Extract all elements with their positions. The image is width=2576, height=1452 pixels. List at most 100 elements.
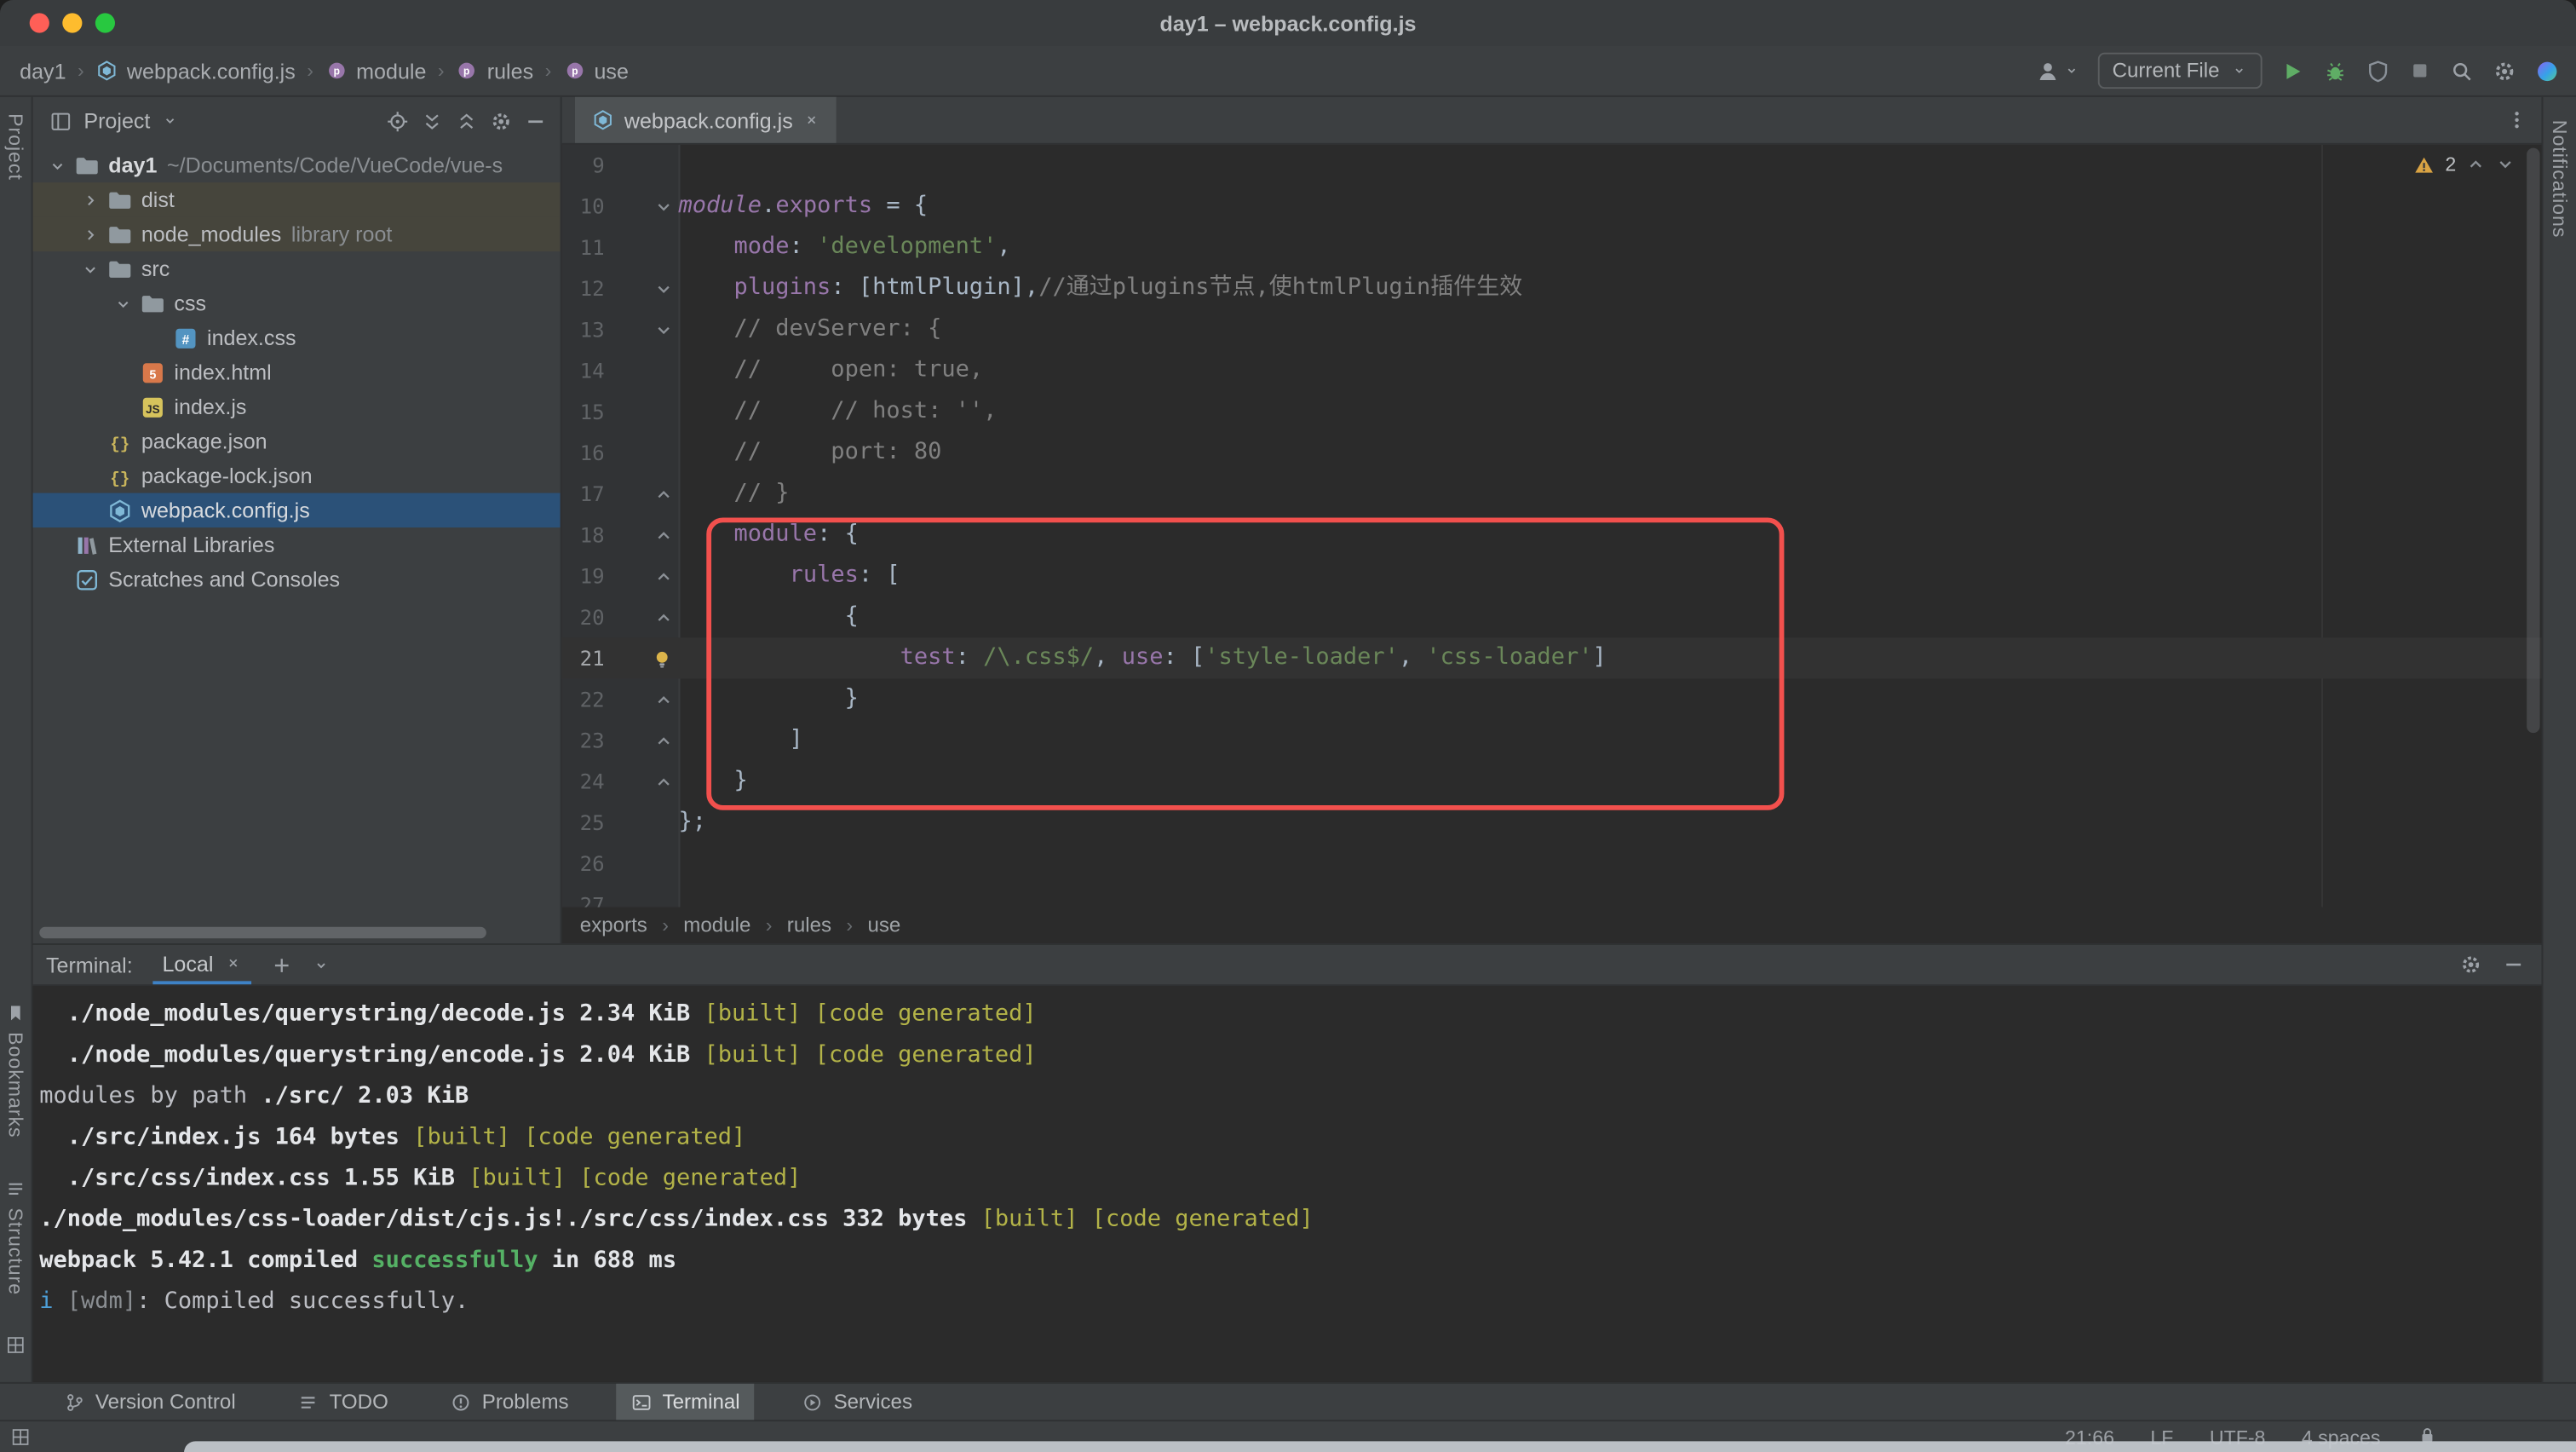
tool-window-switcher-icon[interactable] <box>10 1426 32 1448</box>
settings-button[interactable] <box>2493 58 2517 83</box>
code-text[interactable]: // devServer: { <box>678 309 941 350</box>
gutter-mark[interactable] <box>605 771 679 791</box>
tool-button-version-control[interactable]: Version Control <box>49 1384 250 1420</box>
locate-file-button[interactable] <box>386 109 409 132</box>
tool-button-services[interactable]: Services <box>788 1384 928 1420</box>
gutter-mark[interactable] <box>605 279 679 298</box>
tab-options-icon[interactable] <box>2505 108 2528 131</box>
tool-button-problems[interactable]: Problems <box>436 1384 584 1420</box>
grid-icon <box>5 1334 26 1356</box>
collapse-all-button[interactable] <box>455 109 478 132</box>
user-account-button[interactable] <box>2035 58 2079 83</box>
terminal-tab-local[interactable]: Local <box>152 945 251 984</box>
minimize-terminal-button[interactable] <box>2502 954 2525 977</box>
line-number: 25 <box>562 802 605 843</box>
gutter-mark[interactable] <box>605 525 679 544</box>
new-terminal-session-button[interactable] <box>271 954 292 976</box>
project-options-button[interactable] <box>490 109 513 132</box>
tree-item-package-lock-json[interactable]: {}package-lock.json <box>33 458 561 493</box>
editor-breadcrumb-exports[interactable]: exports <box>580 913 647 936</box>
project-view-dropdown-icon[interactable] <box>162 112 180 130</box>
editor-tab-webpack-config-js[interactable]: webpack.config.js <box>575 97 836 143</box>
editor-breadcrumb-rules[interactable]: rules <box>787 913 831 936</box>
code-text[interactable]: // // host: '', <box>678 391 997 432</box>
gutter-mark[interactable] <box>605 730 679 750</box>
editor-body[interactable]: 910module.exports = {11 mode: 'developme… <box>562 145 2542 908</box>
tree-item-webpack-config-js[interactable]: webpack.config.js <box>33 493 561 528</box>
tool-button-terminal[interactable]: Terminal <box>617 1384 755 1420</box>
gutter-mark[interactable] <box>605 484 679 504</box>
tree-item-package-json[interactable]: {}package.json <box>33 424 561 458</box>
tree-toggle-arrow[interactable] <box>76 259 106 279</box>
tool-stripe-notifications[interactable]: Notifications <box>2548 110 2571 248</box>
tree-item-index-js[interactable]: JSindex.js <box>33 389 561 424</box>
tree-item-scratches-and-consoles[interactable]: Scratches and Consoles <box>33 562 561 597</box>
code-text[interactable]: plugins: [htmlPlugin],//通过plugins节点,使htm… <box>678 268 1522 308</box>
code-text[interactable]: module.exports = { <box>678 186 928 227</box>
tree-item-src[interactable]: src <box>33 251 561 285</box>
gutter-mark[interactable] <box>605 196 679 216</box>
code-text[interactable]: // open: true, <box>678 350 983 391</box>
terminal-options-icon[interactable] <box>312 955 330 973</box>
minimize-window-button[interactable] <box>62 13 82 32</box>
nav-breadcrumb-use[interactable]: puse <box>563 58 629 83</box>
hide-panel-button[interactable] <box>524 109 547 132</box>
nav-breadcrumb-rules[interactable]: prules <box>456 58 533 83</box>
gutter-mark[interactable] <box>605 647 679 670</box>
project-panel-title[interactable]: Project <box>83 108 150 133</box>
debug-button[interactable] <box>2323 58 2348 83</box>
close-window-button[interactable] <box>30 13 49 32</box>
previous-problem-icon[interactable] <box>2466 154 2486 174</box>
editor-breadcrumb-module[interactable]: module <box>683 913 750 936</box>
code-text[interactable]: // port: 80 <box>678 432 941 473</box>
gutter-mark[interactable] <box>605 608 679 627</box>
tree-toggle-arrow[interactable] <box>76 190 106 210</box>
tree-item-node-modules[interactable]: node_moduleslibrary root <box>33 217 561 251</box>
gutter-mark[interactable] <box>605 566 679 585</box>
stop-button[interactable] <box>2408 59 2431 82</box>
inspections-widget[interactable]: 2 <box>2414 153 2516 176</box>
tool-button-label: Problems <box>482 1391 569 1414</box>
macos-dock[interactable] <box>184 1441 2576 1452</box>
close-tab-icon[interactable] <box>802 112 819 128</box>
editor-vertical-scrollbar[interactable] <box>2527 148 2539 734</box>
tool-stripe-project[interactable]: Project <box>4 103 27 190</box>
run-configuration-selector[interactable]: Current File <box>2097 53 2262 89</box>
terminal-line-7: webpack 5.42.1 compiled successfully in … <box>39 1241 2541 1282</box>
zoom-window-button[interactable] <box>95 13 115 32</box>
search-everywhere-button[interactable] <box>2449 58 2474 83</box>
project-horizontal-scrollbar[interactable] <box>39 927 486 939</box>
tree-item-day1[interactable]: day1~/Documents/Code/VueCode/vue-s <box>33 148 561 182</box>
code-text[interactable]: }; <box>678 802 706 843</box>
tool-button-label: Services <box>834 1391 912 1414</box>
coverage-button[interactable] <box>2366 58 2390 83</box>
tree-toggle-arrow[interactable] <box>76 224 106 244</box>
nav-breadcrumb-webpack-config-js[interactable]: webpack.config.js <box>95 58 296 83</box>
terminal-output[interactable]: ./node_modules/querystring/decode.js 2.3… <box>33 986 2542 1382</box>
gutter-mark[interactable] <box>605 689 679 709</box>
code-text[interactable]: // } <box>678 473 789 514</box>
editor-breadcrumb-use[interactable]: use <box>867 913 900 936</box>
tool-stripe-bookmarks[interactable]: Bookmarks <box>4 993 27 1148</box>
next-problem-icon[interactable] <box>2495 154 2515 174</box>
run-button[interactable] <box>2280 58 2305 83</box>
close-terminal-tab-icon[interactable] <box>225 954 241 971</box>
terminal-settings-button[interactable] <box>2459 954 2482 977</box>
gutter-mark[interactable] <box>605 320 679 339</box>
tree-item-external-libraries[interactable]: External Libraries <box>33 527 561 562</box>
tool-stripe-more[interactable] <box>5 1324 26 1365</box>
tree-item-index-css[interactable]: #index.css <box>33 320 561 354</box>
tree-toggle-arrow[interactable] <box>108 293 138 313</box>
tree-item-index-html[interactable]: 5index.html <box>33 355 561 389</box>
tree-item-dist[interactable]: dist <box>33 182 561 216</box>
tree-toggle-arrow[interactable] <box>43 155 72 175</box>
tool-button-todo[interactable]: TODO <box>284 1384 404 1420</box>
code-text[interactable]: mode: 'development', <box>678 227 1010 268</box>
tree-item-css[interactable]: css <box>33 286 561 320</box>
nav-breadcrumb-day1[interactable]: day1 <box>20 58 66 83</box>
tool-stripe-structure[interactable]: Structure <box>4 1168 27 1305</box>
expand-all-button[interactable] <box>421 109 444 132</box>
code-line-9: 9 <box>562 145 2542 186</box>
gradient-logo-icon[interactable] <box>2535 58 2560 83</box>
nav-breadcrumb-module[interactable]: pmodule <box>325 58 427 83</box>
